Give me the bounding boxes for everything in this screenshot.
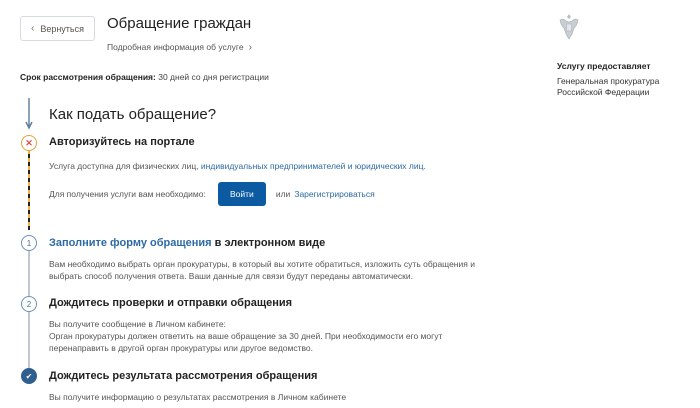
step-fill-heading-rest: в электронном виде — [214, 237, 326, 249]
step-wait-heading: Дождитесь проверки и отправки обращения — [49, 297, 293, 309]
provider-name-line2: Российской Федерации — [557, 87, 650, 97]
chevron-right-icon: › — [248, 42, 252, 53]
step-wait-line3: перенаправить в другой орган прокуратуры… — [49, 343, 313, 353]
service-details-link[interactable]: Подробная информация об услуге › — [107, 42, 252, 53]
check-icon: ✔ — [21, 368, 37, 384]
provider-name-line1: Генеральная прокуратура — [557, 76, 660, 86]
login-prompt: Для получения услуги вам необходимо: — [49, 189, 206, 199]
step-result-heading: Дождитесь результата рассмотрения обраще… — [49, 370, 318, 382]
step-auth-text-before: Услуга доступна для физических лиц, — [49, 161, 199, 171]
page-title: Обращение граждан — [107, 15, 252, 32]
step-number-1: 1 — [21, 235, 37, 251]
step-auth-text-after: . — [423, 161, 426, 171]
arrow-down-icon — [25, 98, 33, 130]
fill-form-link[interactable]: Заполните форму обращения — [49, 237, 212, 249]
or-text: или — [275, 189, 291, 199]
coat-of-arms-icon — [559, 14, 579, 40]
step-wait-line1: Вы получите сообщение в Личном кабинете: — [49, 319, 226, 329]
review-deadline-label: Срок рассмотрения обращения: — [20, 72, 156, 82]
login-button[interactable]: Войти — [217, 182, 266, 206]
step-auth-text: Услуга доступна для физических лиц, инди… — [49, 160, 426, 172]
step-fill-heading: Заполните форму обращения в электронном … — [49, 237, 325, 249]
login-row: Для получения услуги вам необходимо: Вой… — [49, 182, 375, 206]
service-details-label: Подробная информация об услуге — [107, 42, 244, 52]
review-deadline: Срок рассмотрения обращения: 30 дней со … — [20, 72, 269, 82]
step-wait-line2: Орган прокуратуры должен ответить на ваш… — [49, 331, 443, 341]
how-to-apply-heading: Как подать обращение? — [49, 106, 217, 123]
step-auth-heading: Авторизуйтесь на портале — [49, 136, 195, 148]
step-fill-line2: выбрать способ получения ответа. Ваши да… — [49, 271, 413, 281]
step-result-line1: Вы получите информацию о результатах рас… — [49, 392, 347, 402]
step-error-marker: ✕ — [21, 135, 37, 151]
step-number-2: 2 — [21, 296, 37, 312]
chevron-left-icon: ‹ — [30, 23, 35, 34]
step-fill-line1: Вам необходимо выбрать орган прокуратуры… — [49, 259, 475, 269]
timeline-segment — [28, 251, 30, 296]
timeline-hatched-segment — [28, 150, 30, 230]
register-link[interactable]: Зарегистрироваться — [294, 189, 374, 199]
entities-link[interactable]: индивидуальных предпринимателей и юридич… — [201, 161, 424, 171]
timeline-segment — [28, 312, 30, 368]
provider-heading: Услугу предоставляет — [557, 61, 651, 71]
back-button[interactable]: ‹ Вернуться — [20, 16, 95, 41]
service-provider: Услугу предоставляет Генеральная прокура… — [557, 12, 687, 98]
review-deadline-value: 30 дней со дня регистрации — [158, 72, 269, 82]
back-button-label: Вернуться — [40, 23, 84, 34]
